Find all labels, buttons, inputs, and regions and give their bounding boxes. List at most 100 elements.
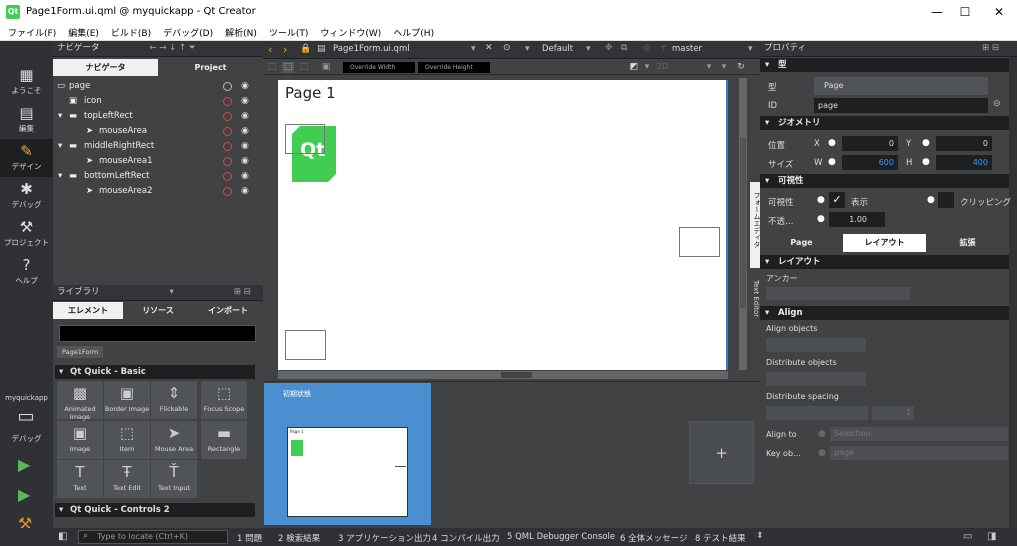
tab-advanced[interactable]: 拡張 [926,234,1009,252]
close-doc-icon[interactable]: ✕ [485,43,493,53]
eye-icon[interactable]: ◉ [241,169,249,184]
resize-icon[interactable]: ⬚ [298,62,310,73]
background-color-icon[interactable]: ◩ [628,62,640,73]
visible-checkbox[interactable]: ✓ [829,192,845,208]
tab-resources[interactable]: リソース [123,302,193,319]
mode-welcome[interactable]: ▦ ようこそ [0,63,53,101]
x-input[interactable]: 0 [842,136,898,151]
export-id-icon[interactable]: ⊝ [993,99,1001,109]
top-left-rect[interactable] [285,124,325,154]
pane-issues[interactable]: 1 問題 [237,532,262,544]
eye-icon[interactable]: ◉ [241,94,249,109]
mode-help[interactable]: ? ヘルプ [0,253,53,291]
section-layout[interactable]: レイアウト [760,255,1009,269]
tab-layout[interactable]: レイアウト [843,234,926,252]
y-input[interactable]: 0 [936,136,992,151]
close-button[interactable]: ✕ [984,3,1014,21]
export-icon[interactable] [223,157,232,166]
monitor-icon[interactable]: ▭ [14,406,38,427]
lib-text-input[interactable]: Ť Text Input [151,460,197,498]
nav-item-mousearea[interactable]: ➤ mouseArea ◉ [53,124,263,139]
base-state-card[interactable]: 初期状態 Page 1 [264,383,431,525]
lib-border-image[interactable]: ▣ Border Image [104,381,150,419]
dropdown-arrow-icon[interactable]: ▾ [525,44,530,54]
mode-edit[interactable]: ▤ 編集 [0,101,53,139]
pageform-chip[interactable]: Page1Form [57,346,104,358]
nav-item-topleftrect[interactable]: ▾ ▬ topLeftRect ◉ [53,109,263,124]
binding-dot-icon[interactable]: ● [817,195,825,205]
branch-select[interactable]: master [672,44,702,54]
binding-dot-icon[interactable]: ● [922,138,930,148]
forward-arrow-icon[interactable]: › [283,43,287,56]
lib-text[interactable]: T Text [57,460,103,498]
frame-icon[interactable]: ⧉ [621,43,627,53]
dropdown-arrow-icon[interactable]: ▾ [170,287,174,297]
section-align[interactable]: Align [760,306,1009,320]
pane-general-messages[interactable]: 6 全体メッセージ [620,532,687,544]
type-field[interactable]: Page [814,77,988,95]
menu-help[interactable]: ヘルプ(H) [385,24,438,39]
lib-rectangle[interactable]: ▬ Rectangle [201,421,247,459]
dropdown-arrow-icon[interactable]: ▾ [586,44,591,54]
lib-animated-image[interactable]: ▩ Animated Image [57,381,103,421]
vertical-scrollbar[interactable] [739,78,747,370]
dropdown-arrow-icon[interactable]: ▾ [718,62,730,73]
library-section-controls[interactable]: ▾ Qt Quick - Controls 2 [55,503,255,517]
chevron-up-down-icon[interactable]: ⬍ [756,531,764,541]
middle-right-rect[interactable] [679,227,720,257]
nav-arrows-icon[interactable]: ← → ↓ ↑ ⏷ [150,43,196,53]
reset-icon[interactable]: ◎ [643,43,651,53]
menu-edit[interactable]: 編集(E) [60,24,103,39]
chevron-down-icon[interactable]: ▾ [58,169,62,184]
run-icon[interactable]: ▶ [18,455,30,474]
menu-tools[interactable]: ツール(T) [261,24,313,39]
section-type[interactable]: 型 [760,58,1009,72]
override-width-input[interactable]: Override Width [343,62,415,73]
menu-window[interactable]: ウィンドウ(W) [312,24,385,39]
pane-compile-output[interactable]: 4 コンパイル出力 [432,532,500,544]
play-circle-icon[interactable]: ⊙ [503,43,511,53]
select-active-icon[interactable]: ⬚ [282,62,294,73]
file-name[interactable]: Page1Form.ui.qml [333,44,410,54]
binding-dot-icon[interactable]: ● [828,157,836,167]
mode-projects[interactable]: ⚒ プロジェクト [0,215,53,253]
export-icon[interactable] [223,172,232,181]
tab-imports[interactable]: インポート [193,302,263,319]
tab-page[interactable]: Page [760,234,843,252]
eye-icon[interactable]: ◉ [241,154,249,169]
lib-focus-scope[interactable]: ⬚ Focus Scope [201,381,247,419]
properties-scrollbar[interactable] [1009,57,1017,528]
export-icon[interactable] [223,187,232,196]
eye-icon[interactable]: ◉ [241,139,249,154]
width-input[interactable]: 600 [842,155,898,170]
form-editor-side-tab[interactable]: フォームエディタ [750,182,761,268]
locator-input[interactable]: ⌕ Type to locate (Ctrl+K) [78,530,228,544]
tab-elements[interactable]: エレメント [53,302,123,319]
add-state-button[interactable]: + [689,421,754,484]
export-icon[interactable] [223,97,232,106]
lib-text-edit[interactable]: Ŧ Text Edit [104,460,150,498]
height-input[interactable]: 400 [936,155,992,170]
section-geometry[interactable]: ジオメトリ [760,116,1009,130]
target-select[interactable]: Default [542,44,573,54]
binding-dot-icon[interactable]: ● [927,195,935,205]
refresh-icon[interactable]: ↻ [735,62,747,73]
pane-test-results[interactable]: 8 テスト結果 [695,532,746,544]
select-icon[interactable]: ⬚ [266,62,278,73]
opacity-input[interactable]: 1.00 [829,212,885,227]
lib-flickable[interactable]: ⇕ Flickable [151,381,197,419]
key-object-select[interactable]: page [830,446,1008,460]
spacing-buttons[interactable] [766,406,868,420]
align-buttons[interactable] [766,338,866,352]
anchor-buttons[interactable] [766,287,910,300]
binding-dot-icon[interactable]: ● [922,157,930,167]
page-preview[interactable]: Page 1 Qt [278,80,728,370]
minimize-button[interactable]: — [922,3,952,21]
binding-dot-icon[interactable]: ● [828,138,836,148]
text-editor-side-tab[interactable]: Text Editor [750,270,760,330]
menu-build[interactable]: ビルド(B) [103,24,155,39]
right-sidebar-toggle-icon[interactable]: ◨ [987,531,996,542]
eye-icon[interactable]: ◉ [241,79,249,94]
menu-debug[interactable]: デバッグ(D) [155,24,217,39]
split-icon[interactable]: ⊞ ⊟ [234,287,251,297]
